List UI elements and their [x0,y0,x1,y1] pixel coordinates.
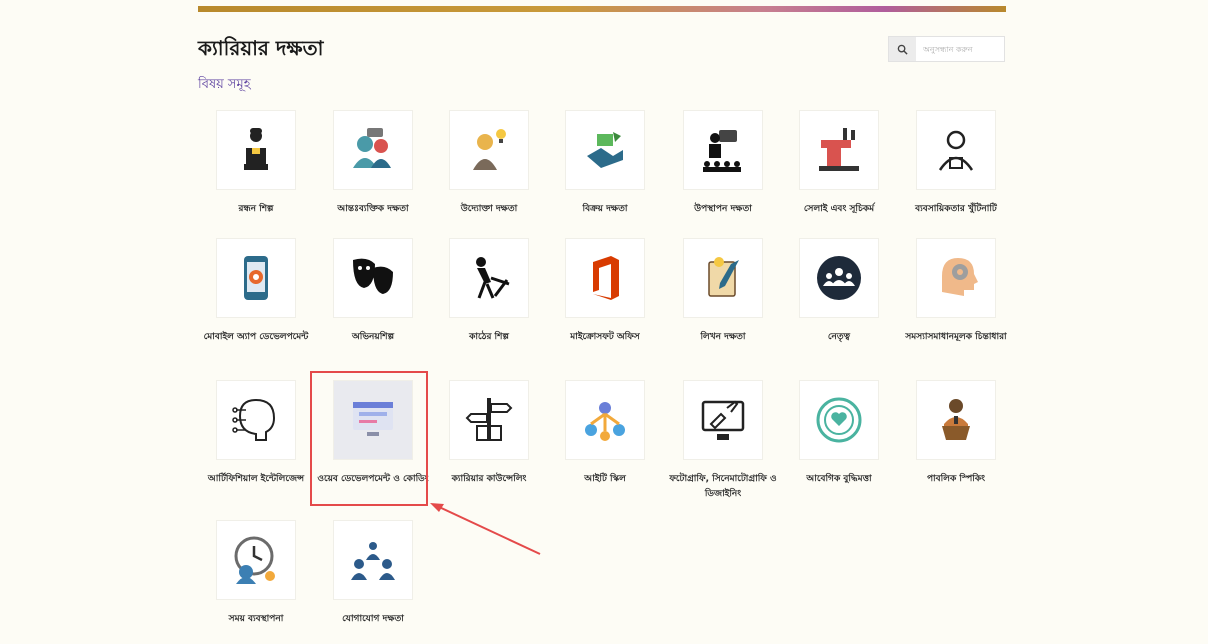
topic-label[interactable]: ফটোগ্রাফি, সিনেমাটোগ্রাফি ও ডিজাইনিং [664,472,782,502]
chef-icon [244,128,268,170]
topic-label[interactable]: কাঠের শিল্প [430,330,548,345]
search-input[interactable] [916,37,1004,61]
topic-label[interactable]: নেতৃত্ব [780,330,898,345]
topic-icon-box[interactable] [216,380,296,460]
topic-icon-box[interactable] [916,238,996,318]
presentation-icon [703,130,741,172]
topic-icon-box[interactable] [449,110,529,190]
theater-masks-icon [353,258,393,294]
public-speaker-icon [942,399,970,440]
page-title: ক্যারিয়ার দক্ষতা [198,36,324,60]
topic-icon-box[interactable] [683,110,763,190]
entrepreneur-icon [473,129,506,170]
topic-tile[interactable]: উদ্যোক্তা দক্ষতা [430,110,550,232]
topic-icon-box[interactable] [565,238,645,318]
topic-icon-box[interactable] [565,110,645,190]
topic-icon-box[interactable] [565,380,645,460]
topic-label[interactable]: আইটি স্কিল [546,472,664,487]
search-box[interactable] [888,36,1005,62]
topic-label[interactable]: সমস্যাসমাধানমূলক চিন্তাধারা [897,330,1015,345]
topic-label[interactable]: উপস্থাপন দক্ষতা [664,202,782,217]
career-signpost-icon [465,398,513,441]
topic-icon-box[interactable] [449,380,529,460]
topic-icon-box[interactable] [799,110,879,190]
topic-label[interactable]: মাইক্রোসফট অফিস [546,330,664,345]
topic-icon-box[interactable] [916,110,996,190]
topic-tile[interactable]: মাইক্রোসফট অফিস [546,238,666,360]
topic-label[interactable]: যোগাযোগ দক্ষতা [314,612,432,627]
problem-solving-head-icon [942,258,978,296]
topic-label[interactable]: পাবলিক স্পিকিং [897,472,1015,487]
sewing-machine-icon [819,128,859,171]
search-icon[interactable] [889,37,916,61]
topic-tile[interactable]: কাঠের শিল্প [430,238,550,360]
topic-icon-box[interactable] [683,238,763,318]
topic-label[interactable]: সময় ব্যবস্থাপনা [197,612,315,627]
topic-icon-box[interactable] [333,520,413,600]
writing-icon [708,257,739,297]
topic-tile[interactable]: আইটি স্কিল [546,380,666,502]
topic-tile[interactable]: ফটোগ্রাফি, সিনেমাটোগ্রাফি ও ডিজাইনিং [664,380,784,502]
topic-icon-box[interactable] [449,238,529,318]
topic-label[interactable]: বিক্রয় দক্ষতা [546,202,664,217]
topic-tile[interactable]: ব্যবসায়িকতার খুঁটিনাটি [897,110,1017,232]
topic-tile[interactable]: রন্ধন শিল্প [197,110,317,232]
topic-tile[interactable]: নেতৃত্ব [780,238,900,360]
topic-label[interactable]: ব্যবসায়িকতার খুঁটিনাটি [897,202,1015,217]
design-monitor-icon [701,400,745,440]
topic-tile[interactable]: যোগাযোগ দক্ষতা [314,520,434,642]
topic-icon-box[interactable] [799,380,879,460]
business-person-icon [938,130,974,171]
emotional-head-icon [816,397,862,443]
topic-tile[interactable]: উপস্থাপন দক্ষতা [664,110,784,232]
topic-label[interactable]: সেলাই এবং সূচিকর্ম [780,202,898,217]
time-management-icon [234,536,275,584]
topic-label[interactable]: রন্ধন শিল্প [197,202,315,217]
topic-tile[interactable]: মোবাইল অ্যাপ ডেভেলপমেন্ট [197,238,317,360]
topic-label[interactable]: উদ্যোক্তা দক্ষতা [430,202,548,217]
topic-icon-box[interactable] [216,238,296,318]
topic-tile[interactable]: বিক্রয় দক্ষতা [546,110,666,232]
it-network-icon [585,402,625,441]
topic-tile[interactable]: পাবলিক স্পিকিং [897,380,1017,502]
people-talk-icon [353,128,391,168]
topic-icon-box[interactable] [216,110,296,190]
communication-icon [351,542,395,580]
woodwork-icon [476,257,510,299]
topic-icon-box[interactable] [916,380,996,460]
topic-tile[interactable]: সেলাই এবং সূচিকর্ম [780,110,900,232]
mobile-app-icon [244,256,268,300]
topic-icon-box[interactable] [216,520,296,600]
topic-icon-box[interactable] [799,238,879,318]
topic-tile[interactable]: আর্টিফিশিয়াল ইন্টেলিজেন্স [197,380,317,502]
topic-tile[interactable]: লিখন দক্ষতা [664,238,784,360]
topic-tile[interactable]: আন্তঃব্যক্তিক দক্ষতা [314,110,434,232]
topic-icon-box[interactable] [333,238,413,318]
topic-label[interactable]: মোবাইল অ্যাপ ডেভেলপমেন্ট [197,330,315,345]
topic-label[interactable]: আর্টিফিশিয়াল ইন্টেলিজেন্স [197,472,315,487]
topic-tile[interactable]: সময় ব্যবস্থাপনা [197,520,317,642]
topic-icon-box[interactable] [333,110,413,190]
topic-label[interactable]: লিখন দক্ষতা [664,330,782,345]
leadership-icon [817,256,861,300]
topics-link[interactable]: বিষয় সমূহ [198,75,251,96]
topic-label[interactable]: অভিনয়শিল্প [314,330,432,345]
office-logo-icon [593,256,619,300]
topic-tile[interactable]: সমস্যাসমাধানমূলক চিন্তাধারা [897,238,1017,360]
topic-label[interactable]: আবেগিক বুদ্ধিমত্তা [780,472,898,487]
topic-label[interactable]: ক্যারিয়ার কাউন্সেলিং [430,472,548,487]
topic-icon-box[interactable] [683,380,763,460]
topic-tile[interactable]: ক্যারিয়ার কাউন্সেলিং [430,380,550,502]
sales-handshake-icon [587,132,623,168]
top-accent-bar [198,6,1006,12]
topic-tile[interactable]: আবেগিক বুদ্ধিমত্তা [780,380,900,502]
highlight-box [310,371,428,506]
topic-tile[interactable]: অভিনয়শিল্প [314,238,434,360]
topic-label[interactable]: আন্তঃব্যক্তিক দক্ষতা [314,202,432,217]
ai-brain-icon [232,398,276,441]
